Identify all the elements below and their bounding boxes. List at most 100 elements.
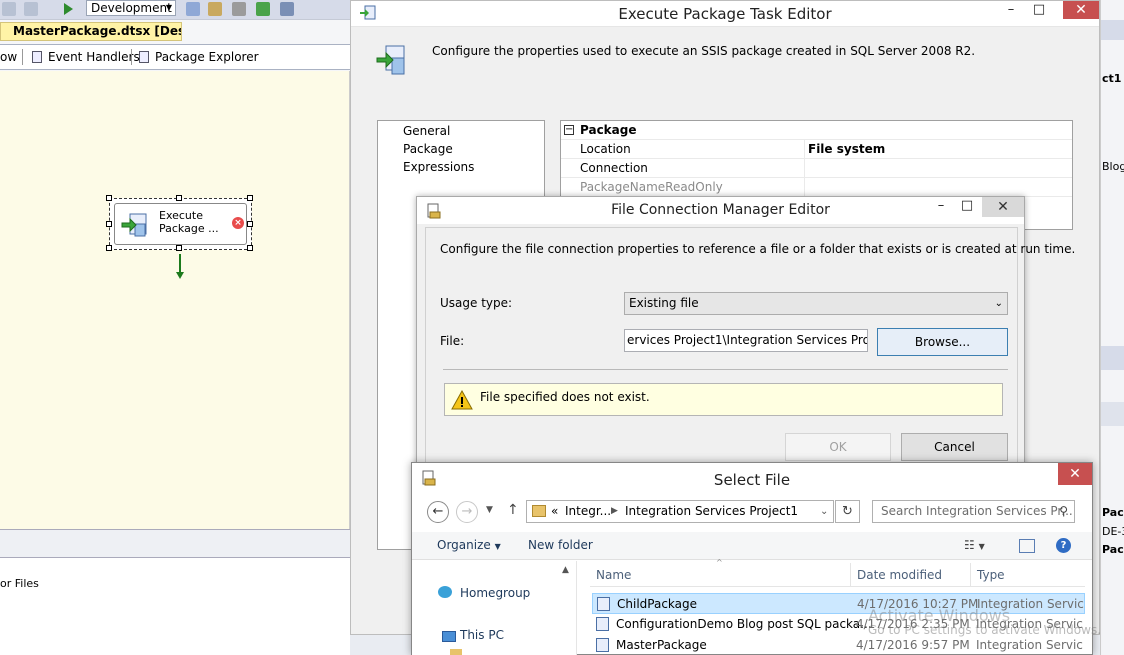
resize-handle[interactable]: [176, 245, 182, 251]
toolbar-icon-1[interactable]: [186, 2, 200, 16]
grid-row-connection[interactable]: Connection: [561, 159, 1072, 178]
tab-package-explorer[interactable]: Package Explorer: [139, 45, 259, 69]
refresh-icon[interactable]: ↻: [835, 500, 860, 523]
fcm-title-bar[interactable]: File Connection Manager Editor – □ ✕: [417, 197, 1024, 224]
forward-arrow-icon[interactable]: →: [456, 501, 478, 523]
redo-icon[interactable]: [24, 2, 38, 16]
start-icon[interactable]: [64, 3, 73, 15]
design-canvas[interactable]: [0, 71, 350, 529]
folder-icon: [450, 649, 462, 655]
execute-package-task-shape[interactable]: Execute Package ... ×: [106, 195, 253, 251]
resize-handle[interactable]: [106, 195, 112, 201]
resize-handle[interactable]: [176, 195, 182, 201]
column-header-type[interactable]: Type: [977, 568, 1005, 582]
browse-button[interactable]: Browse...: [877, 328, 1008, 356]
right-side-panel: ct1 Blog Pack DE-3 Pack: [1100, 0, 1124, 655]
warning-text: File specified does not exist.: [480, 390, 650, 404]
search-input[interactable]: Search Integration Services Pr... ⚲: [872, 500, 1075, 523]
panel-text: Pack: [1102, 506, 1124, 519]
configuration-combo[interactable]: Development ▼: [86, 0, 176, 16]
task-box: Execute Package ... ×: [114, 203, 247, 245]
close-icon[interactable]: ✕: [1063, 1, 1099, 19]
back-arrow-icon[interactable]: ←: [427, 501, 449, 523]
organize-button[interactable]: Organize ▼: [437, 538, 501, 552]
tab-control-flow[interactable]: ow: [0, 45, 17, 69]
tab-event-handlers[interactable]: Event Handlers: [32, 45, 140, 69]
undo-icon[interactable]: [2, 2, 16, 16]
minimize-icon[interactable]: –: [999, 1, 1023, 19]
cancel-button[interactable]: Cancel: [901, 433, 1008, 461]
toolbar-icon-4[interactable]: [256, 2, 270, 16]
ok-button[interactable]: OK: [785, 433, 891, 461]
toolbar-icon-2[interactable]: [208, 2, 222, 16]
new-folder-button[interactable]: New folder: [528, 538, 593, 552]
tools-icon[interactable]: [232, 2, 246, 16]
chevron-down-icon[interactable]: ⌄: [820, 501, 828, 522]
nav-item-general[interactable]: General: [403, 124, 450, 138]
help-icon[interactable]: ?: [1056, 538, 1071, 553]
address-bar[interactable]: « Integr... ▶ Integration Services Proje…: [526, 500, 834, 523]
tab-label: Event Handlers: [48, 50, 140, 64]
navigation-pane: ▲ Homegroup This PC: [412, 561, 577, 655]
address-overflow[interactable]: «: [551, 501, 558, 522]
minimize-icon[interactable]: –: [931, 197, 951, 215]
file-row-childpackage[interactable]: ChildPackage 4/17/2016 10:27 PM Integrat…: [592, 593, 1085, 614]
address-crumb[interactable]: Integration Services Project1: [625, 501, 798, 522]
address-crumb[interactable]: Integr...: [565, 501, 611, 522]
resize-handle[interactable]: [106, 221, 112, 227]
sort-ascending-icon: ^: [716, 558, 723, 567]
close-icon[interactable]: ✕: [982, 197, 1024, 217]
grid-row-packagenamereadonly[interactable]: PackageNameReadOnly: [561, 178, 1072, 197]
column-header-date[interactable]: Date modified: [857, 568, 942, 582]
ssis-package-icon: [596, 638, 609, 652]
grid-row-name: PackageNameReadOnly: [580, 180, 723, 194]
nav-item-this-pc[interactable]: This PC: [460, 628, 504, 642]
recent-locations-icon[interactable]: ▼: [486, 505, 493, 515]
execute-package-large-icon: [376, 45, 405, 75]
divider: [443, 369, 1008, 370]
close-icon[interactable]: ✕: [1058, 463, 1092, 485]
grid-row-location[interactable]: Location File system: [561, 140, 1072, 159]
tab-separator: [131, 49, 132, 65]
grid-section-package[interactable]: − Package: [561, 121, 1072, 140]
file-name: ConfigurationDemo Blog post SQL packa...: [616, 617, 872, 631]
nav-item-package[interactable]: Package: [403, 142, 453, 156]
maximize-icon[interactable]: □: [1027, 1, 1051, 19]
designer-tab-bar: ow Event Handlers Package Explorer: [0, 44, 350, 70]
scroll-up-icon[interactable]: ▲: [562, 565, 569, 575]
maximize-icon[interactable]: □: [957, 197, 977, 215]
resize-handle[interactable]: [106, 245, 112, 251]
up-arrow-icon[interactable]: ↑: [507, 502, 519, 518]
collapse-icon[interactable]: −: [564, 125, 574, 135]
column-divider[interactable]: [850, 563, 851, 587]
grid-row-name: Connection: [580, 161, 648, 175]
organize-label: Organize: [437, 538, 491, 552]
resize-handle[interactable]: [247, 245, 253, 251]
event-handlers-icon: [32, 51, 42, 63]
panel-text: ct1: [1102, 72, 1122, 85]
warning-icon: [451, 390, 473, 410]
nav-item-homegroup[interactable]: Homegroup: [460, 586, 530, 600]
chevron-down-icon: ▼: [494, 542, 501, 551]
column-header-name[interactable]: Name: [596, 568, 631, 582]
file-label: File:: [440, 334, 465, 348]
view-options-icon[interactable]: ☷ ▼: [964, 538, 985, 552]
bottom-panel-text: or Files: [0, 577, 39, 590]
resize-handle[interactable]: [247, 221, 253, 227]
nav-item-expressions[interactable]: Expressions: [403, 160, 474, 174]
file-path-input[interactable]: ervices Project1\Integration Services Pr…: [624, 329, 868, 352]
fcm-description: Configure the file connection properties…: [440, 242, 1076, 256]
ept-title-bar[interactable]: Execute Package Task Editor – □ ✕: [351, 1, 1099, 27]
document-tab-masterpackage[interactable]: MasterPackage.dtsx [Design]*: [0, 22, 182, 41]
sf-title: Select File: [713, 471, 791, 489]
file-row-masterpackage[interactable]: MasterPackage 4/17/2016 9:57 PM Integrat…: [592, 635, 1085, 655]
toolbar-icon-5[interactable]: [280, 2, 294, 16]
resize-handle[interactable]: [247, 195, 253, 201]
package-explorer-icon: [139, 51, 149, 63]
precedence-constraint-arrow[interactable]: [176, 254, 184, 280]
file-name: ChildPackage: [617, 597, 698, 611]
preview-pane-icon[interactable]: [1019, 539, 1035, 553]
usage-type-select[interactable]: Existing file ⌄: [624, 292, 1008, 315]
ept-title: Execute Package Task Editor: [618, 5, 832, 23]
column-divider[interactable]: [970, 563, 971, 587]
